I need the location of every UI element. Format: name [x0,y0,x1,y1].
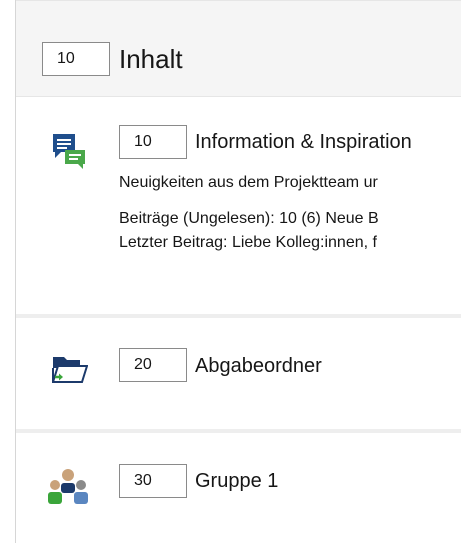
forum-title-link[interactable]: Information & Inspiration [195,130,412,154]
forum-description: Neuigkeiten aus dem Projektteam ur [119,174,378,191]
group-icon [47,467,89,512]
group-position-input[interactable] [119,464,187,498]
forum-stats: Beiträge (Ungelesen): 10 (6) Neue B [119,210,379,227]
folder-title-link[interactable]: Abgabeordner [195,354,322,378]
list-item-forum: Information & Inspiration Neuigkeiten au… [16,97,461,316]
forum-last-post: Letzter Beitrag: Liebe Kolleg:innen, f [119,234,377,251]
list-item-submission-folder: Abgabeordner [16,318,461,429]
group-title-link[interactable]: Gruppe 1 [195,469,278,493]
section-header: Inhalt [16,0,461,97]
section-title: Inhalt [119,44,183,74]
section-position-input[interactable] [42,42,110,76]
forum-icon [51,132,87,175]
content-panel: Inhalt Information & Inspiration Neuigke… [15,0,461,543]
folder-submission-icon [51,355,89,390]
folder-position-input[interactable] [119,348,187,382]
forum-position-input[interactable] [119,125,187,159]
list-item-group: Gruppe 1 [16,433,461,543]
